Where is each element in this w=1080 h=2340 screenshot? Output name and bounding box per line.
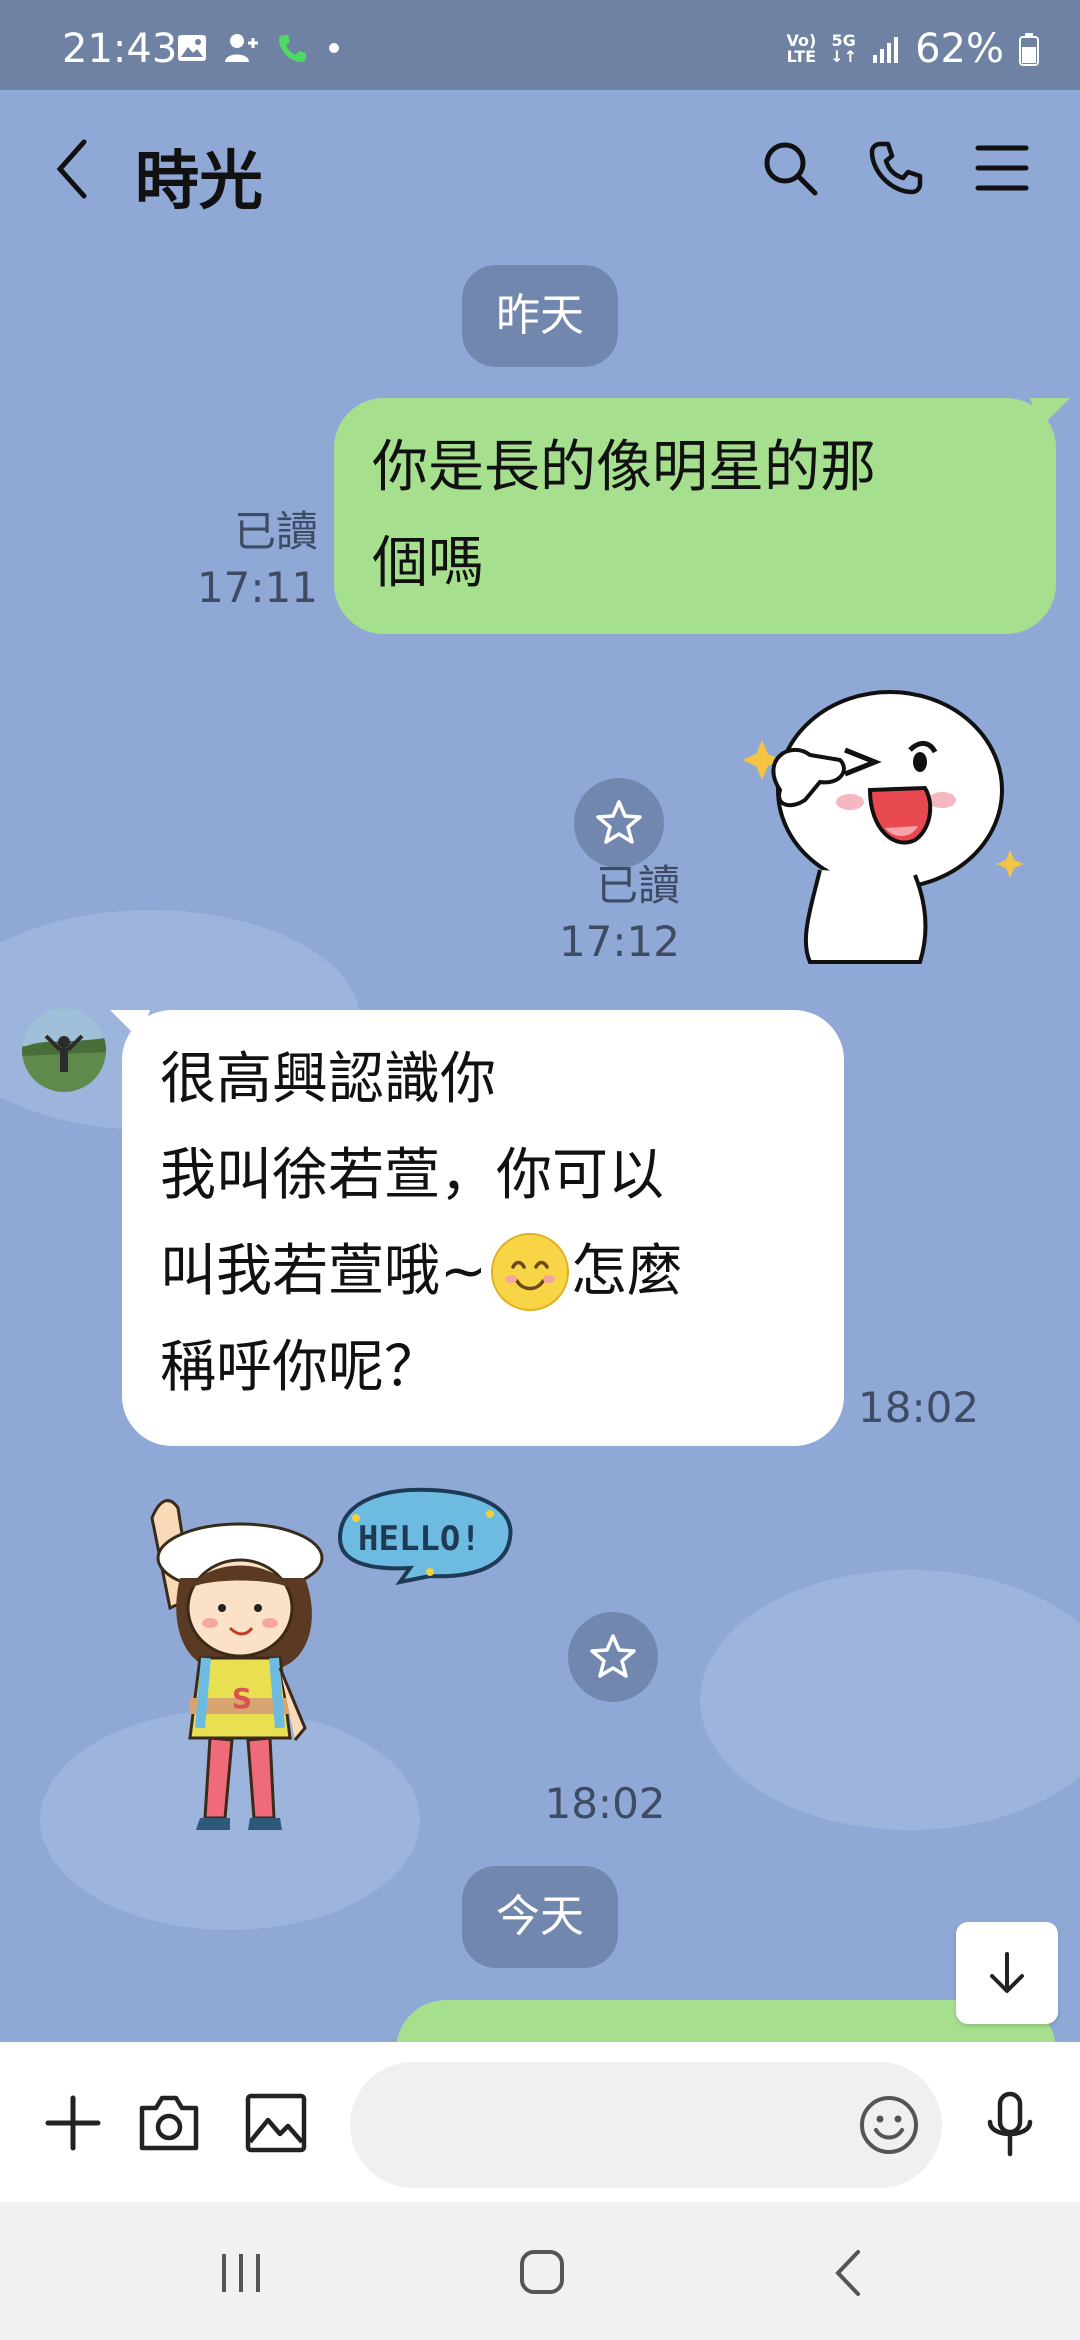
sticker-shirt-letter: S: [232, 1682, 252, 1715]
status-bar: 21:43 Vo) LTE 5G ↓↑ 62%: [0, 0, 1080, 90]
message-time: 18:02: [544, 1779, 666, 1828]
volte-indicator: Vo) LTE: [786, 31, 817, 66]
message-text-line: 很高興認識你: [160, 1047, 496, 1112]
back-icon[interactable]: [52, 136, 92, 202]
sticker-favorite-button[interactable]: [568, 1612, 658, 1702]
battery-icon: [1019, 33, 1039, 66]
message-time: 18:02: [858, 1383, 980, 1432]
contact-add-notification-icon: [225, 34, 258, 62]
camera-icon[interactable]: [136, 2092, 202, 2154]
mic-icon[interactable]: [982, 2090, 1038, 2160]
message-text-line: 個嗎: [372, 531, 484, 596]
date-separator-today: 今天: [462, 1866, 618, 1968]
scroll-to-bottom-button[interactable]: [956, 1922, 1058, 2024]
smile-emoji-icon: [490, 1233, 569, 1311]
message-meta-out1: 已讀 17:11: [170, 504, 318, 616]
battery-percent: 62%: [915, 26, 1004, 72]
read-receipt: 已讀: [595, 861, 680, 910]
message-time: 17:12: [558, 917, 680, 966]
message-text-line: 你是長的像明星的那: [372, 435, 876, 500]
message-input[interactable]: [350, 2062, 942, 2188]
chat-title: 時光: [135, 145, 263, 219]
bubble-tail: [110, 1010, 150, 1040]
search-icon[interactable]: [760, 138, 820, 198]
read-receipt: 已讀: [233, 507, 318, 556]
signal-icon: [873, 37, 899, 63]
contact-avatar[interactable]: [22, 1008, 106, 1092]
image-icon[interactable]: [244, 2092, 308, 2154]
message-text-line: 我叫徐若萱，你可以: [160, 1143, 664, 1208]
call-notification-icon: [279, 35, 306, 62]
avatar-photo: [22, 1008, 106, 1092]
status-time: 21:43: [62, 26, 178, 72]
sticker-hello-girl[interactable]: HELLO! S: [130, 1478, 520, 1838]
system-nav-bar: [0, 2202, 1080, 2340]
message-time: 17:11: [196, 563, 318, 612]
phone-icon[interactable]: [866, 138, 926, 198]
star-icon: [590, 1634, 636, 1678]
menu-icon[interactable]: [974, 138, 1030, 198]
date-separator-yesterday: 昨天: [462, 265, 618, 367]
message-meta-sticker1: 已讀 17:12: [520, 858, 680, 970]
gallery-notification-icon: [178, 35, 206, 61]
plus-icon[interactable]: [44, 2094, 102, 2152]
message-text-segment: 怎麼: [570, 1239, 683, 1304]
message-text-segment: 叫我若萱哦~: [160, 1239, 487, 1304]
arrow-down-icon: [990, 1952, 1024, 1993]
network-indicator: 5G ↓↑: [830, 31, 858, 66]
chat-header: 時光: [0, 90, 1080, 255]
system-back-icon[interactable]: [830, 2248, 866, 2298]
star-icon: [596, 800, 642, 844]
recent-apps-icon[interactable]: [218, 2252, 264, 2294]
system-status: Vo) LTE 5G ↓↑ 62%: [786, 26, 1040, 72]
bubble-tail: [1030, 398, 1070, 428]
outgoing-message-bubble[interactable]: 你是長的像明星的那 個嗎: [334, 398, 1070, 634]
sticker-favorite-button[interactable]: [574, 778, 664, 868]
message-text-line: 叫我若萱哦~ 怎麼: [160, 1224, 683, 1320]
sticker-laughing-character[interactable]: [720, 680, 1040, 970]
incoming-message-bubble[interactable]: 很高興認識你 我叫徐若萱，你可以 叫我若萱哦~ 怎麼 稱呼你呢？: [110, 1010, 844, 1446]
dot-notification-icon: [329, 43, 339, 53]
message-text-line: 稱呼你呢？: [160, 1335, 440, 1400]
notification-icons: [176, 32, 344, 64]
sticker-bubble-text: HELLO!: [358, 1519, 481, 1559]
home-icon[interactable]: [518, 2248, 566, 2296]
emoji-icon[interactable]: [858, 2094, 920, 2156]
message-input-bar: [0, 2042, 1080, 2202]
